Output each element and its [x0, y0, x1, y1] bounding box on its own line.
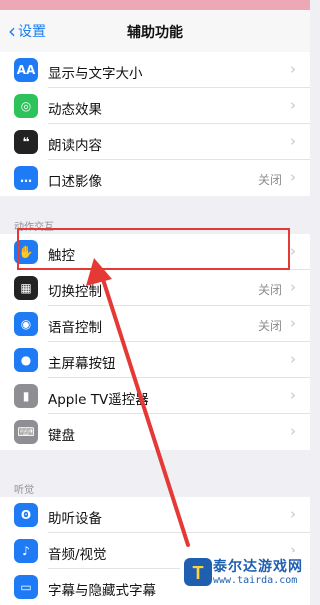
audio-visual-icon: ♪: [14, 539, 38, 563]
settings-row-group2-2[interactable]: ◉ 语音控制 关闭 ›: [0, 306, 310, 342]
settings-row-label: 显示与文字大小: [48, 66, 143, 82]
motion-icon: ◎: [14, 94, 38, 118]
settings-row-label: 切换控制: [48, 284, 102, 300]
chevron-right-icon: ›: [290, 96, 296, 114]
navigation-bar: ‹ 设置 辅助功能: [0, 10, 310, 53]
settings-row-label: 音频/视觉: [48, 547, 107, 563]
settings-row-group1-2[interactable]: ❝ 朗读内容 ›: [0, 124, 310, 160]
settings-row-value: 关闭: [257, 173, 282, 187]
hearing-icon: ʘ: [14, 503, 38, 527]
settings-row-value: 关闭: [257, 319, 282, 333]
top-status-strip: [0, 0, 310, 10]
settings-row-group2-1[interactable]: ▦ 切换控制 关闭 ›: [0, 270, 310, 306]
remote-icon: ▮: [14, 384, 38, 408]
audio-description-icon: …: [14, 166, 38, 190]
svg-text:T: T: [193, 563, 204, 583]
switch-control-icon: ▦: [14, 276, 38, 300]
chevron-right-icon: ›: [290, 314, 296, 332]
chevron-right-icon: ›: [290, 350, 296, 368]
settings-row-group2-5[interactable]: ⌨ 键盘 ›: [0, 414, 310, 450]
settings-row-group2-4[interactable]: ▮ Apple TV遥控器 ›: [0, 378, 310, 414]
chevron-right-icon: ›: [290, 278, 296, 296]
settings-row-group1-1[interactable]: ◎ 动态效果 ›: [0, 88, 310, 124]
settings-row-group3-0[interactable]: ʘ 助听设备 ›: [0, 497, 310, 533]
captions-icon: ▭: [14, 575, 38, 599]
settings-row-label: 键盘: [48, 428, 75, 444]
chevron-right-icon: ›: [290, 386, 296, 404]
settings-row-label: 朗读内容: [48, 138, 102, 154]
text-size-icon: AA: [14, 58, 38, 82]
settings-row-value: 关闭: [257, 283, 282, 297]
chevron-right-icon: ›: [290, 505, 296, 523]
speech-bubble-icon: ❝: [14, 130, 38, 154]
settings-group-vision: AA 显示与文字大小 › ◎ 动态效果 › ❝ 朗读内容 › … 口述影像 关闭 ›: [0, 52, 310, 196]
settings-row-label: 主屏幕按钮: [48, 356, 116, 372]
chevron-right-icon: ›: [290, 168, 296, 186]
highlight-box: [17, 228, 290, 270]
chevron-right-icon: ›: [290, 132, 296, 150]
watermark-site-name: 泰尔达游戏网: [213, 559, 303, 575]
voice-control-icon: ◉: [14, 312, 38, 336]
settings-row-label: Apple TV遥控器: [48, 392, 149, 408]
chevron-right-icon: ›: [290, 60, 296, 78]
keyboard-icon: ⌨: [14, 420, 38, 444]
page-title: 辅助功能: [127, 25, 183, 41]
chevron-right-icon: ›: [290, 242, 296, 260]
settings-row-label: 字幕与隐藏式字幕: [48, 583, 156, 599]
section-header-hearing: 听觉: [14, 485, 34, 496]
settings-row-label: 口述影像: [48, 174, 102, 190]
watermark-url: www.tairda.com: [213, 575, 298, 586]
settings-row-label: 助听设备: [48, 511, 102, 527]
settings-row-group2-3[interactable]: ● 主屏幕按钮 ›: [0, 342, 310, 378]
chevron-right-icon: ›: [290, 422, 296, 440]
settings-row-group1-0[interactable]: AA 显示与文字大小 ›: [0, 52, 310, 88]
settings-row-label: 动态效果: [48, 102, 102, 118]
home-button-icon: ●: [14, 348, 38, 372]
settings-row-label: 语音控制: [48, 320, 102, 336]
settings-row-group1-3[interactable]: … 口述影像 关闭 ›: [0, 160, 310, 196]
